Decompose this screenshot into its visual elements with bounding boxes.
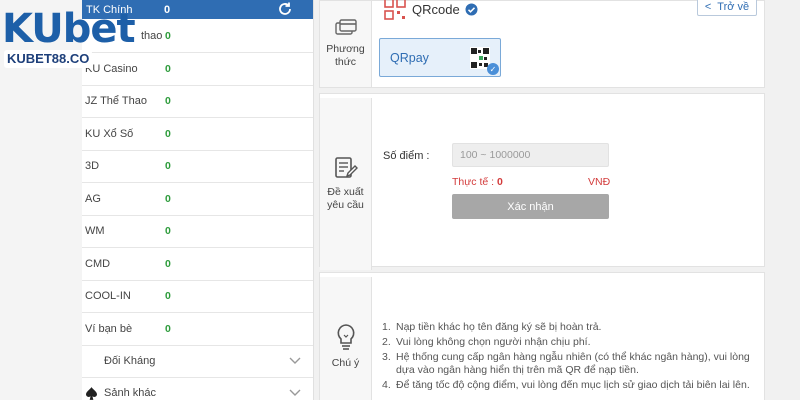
chevron-down-icon: [289, 357, 301, 364]
balance-row[interactable]: Ví bạn bè 0: [82, 313, 313, 346]
back-button[interactable]: < Trở về: [697, 0, 757, 16]
selected-check-icon: ✓: [487, 63, 499, 75]
balance-row[interactable]: WM 0: [82, 216, 313, 248]
currency-label: VNĐ: [588, 176, 611, 188]
document-edit-icon: [334, 157, 358, 178]
list-item: 3. Hệ thống cung cấp ngân hàng ngẫu nhiên…: [382, 351, 750, 376]
balance-row[interactable]: AG 0: [82, 183, 313, 216]
balance-row[interactable]: CMD 0: [82, 248, 313, 281]
balance-row[interactable]: KU Xổ Số 0: [82, 118, 313, 151]
verified-check-icon: [465, 3, 478, 15]
kubet-logo[interactable]: KUbet KUBET88.CO: [0, 6, 138, 76]
method-title-text: QRcode: [412, 1, 460, 17]
lightbulb-icon: [336, 323, 355, 350]
group-sanh-khac[interactable]: Sảnh khác: [82, 378, 313, 400]
notes-side-label: Chú ý: [331, 356, 360, 369]
refresh-icon[interactable]: [277, 1, 293, 17]
main-account-value: 0: [164, 3, 171, 16]
points-input[interactable]: [452, 143, 609, 167]
notes-list: 1. Nạp tiền khác họ tên đăng ký sẽ bị hoà…: [382, 321, 762, 394]
qrpay-label: QRpay: [390, 51, 429, 65]
balance-row[interactable]: COOL-IN 0: [82, 281, 313, 313]
group-doi-khang[interactable]: Đối Kháng: [82, 346, 313, 378]
chevron-down-icon: [289, 389, 301, 396]
method-title: QRcode: [384, 0, 478, 20]
request-side: Đề xuất yêu cầu: [320, 98, 372, 270]
logo-domain: KUBET88.CO: [4, 50, 93, 68]
method-side: Phương thức: [320, 1, 372, 87]
payment-method-panel: Phương thức QRcode < Trở về QRpay ✓: [319, 0, 765, 88]
qrpay-option[interactable]: QRpay ✓: [379, 38, 501, 77]
balance-row[interactable]: JZ Thể Thao 0: [82, 86, 313, 118]
points-label: Số điểm :: [383, 150, 430, 162]
actual-amount: Thực tế : 0: [452, 176, 503, 188]
notes-side: Chú ý: [320, 277, 372, 400]
request-side-label: Đề xuất yêu cầu: [327, 186, 364, 211]
deposit-request-panel: Đề xuất yêu cầu Số điểm : Thực tế : 0 VN…: [319, 93, 765, 270]
list-item: 4. Để tăng tốc độ cộng điểm, vui lòng đến…: [382, 379, 750, 391]
back-chevron-icon: <: [704, 0, 712, 13]
logo-wordmark: KUbet: [2, 6, 136, 52]
notes-panel: Chú ý 1. Nạp tiền khác họ tên đăng ký sẽ …: [319, 272, 765, 400]
qr-code-icon: [384, 0, 406, 20]
wallet-card-icon: [334, 19, 357, 35]
list-item: 2. Vui lòng không chọn người nhận chịu ph…: [382, 336, 591, 348]
method-side-label: Phương thức: [326, 43, 365, 68]
spade-icon: [86, 386, 97, 400]
list-item: 1. Nạp tiền khác họ tên đăng ký sẽ bị hoà…: [382, 321, 602, 333]
balance-row[interactable]: 3D 0: [82, 151, 313, 183]
confirm-button[interactable]: Xác nhận: [452, 194, 609, 219]
